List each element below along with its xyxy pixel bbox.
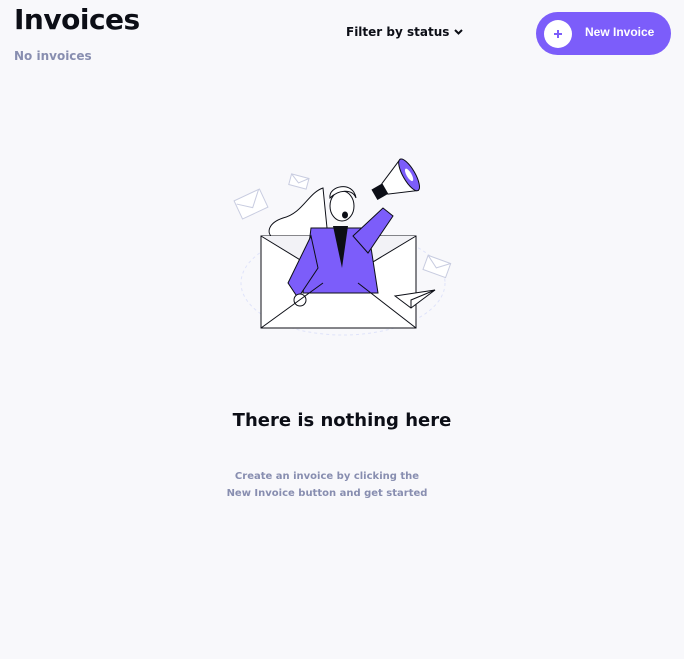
empty-state-description: Create an invoice by clicking the New In…: [0, 468, 654, 502]
chevron-down-icon: [454, 29, 464, 35]
new-invoice-label: New Invoice: [585, 25, 655, 39]
new-invoice-button[interactable]: New Invoice: [536, 12, 671, 55]
empty-illustration: [228, 158, 458, 348]
plus-icon: [544, 19, 572, 48]
filter-by-status-dropdown[interactable]: Filter by status: [346, 23, 464, 41]
empty-state-description-line2: New Invoice button and get started: [226, 488, 428, 499]
filter-label: Filter by status: [346, 25, 450, 39]
page-title: Invoices: [14, 3, 140, 36]
empty-state-description-line1: Create an invoice by clicking the: [234, 471, 420, 482]
empty-state-title: There is nothing here: [232, 410, 452, 431]
invoices-page: Invoices No invoices Filter by status Ne…: [0, 0, 684, 659]
invoice-count: No invoices: [14, 49, 92, 63]
